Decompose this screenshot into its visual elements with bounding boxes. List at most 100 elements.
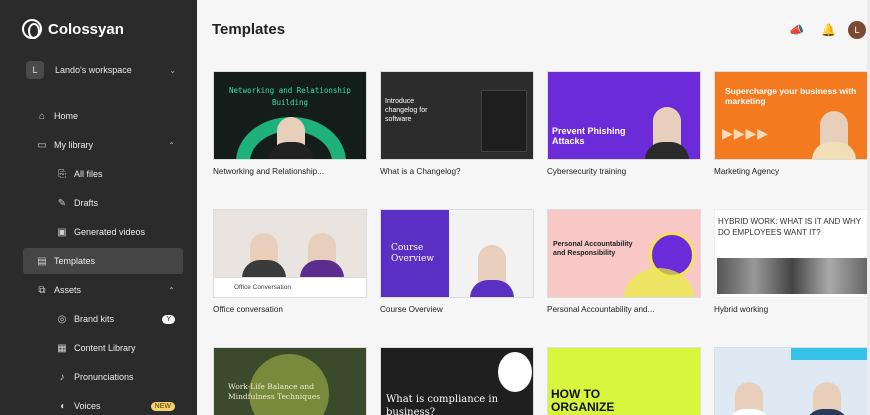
chevron-up-icon: ⌃	[168, 285, 175, 295]
template-card[interactable]: HOW TO ORGANIZE	[547, 347, 701, 415]
template-card[interactable]: Course Overview Course Overview	[380, 209, 534, 314]
thumb-text: Supercharge your business with marketing	[725, 86, 857, 106]
template-thumbnail: Office Conversation	[213, 209, 367, 298]
sidebar-item-label: All files	[74, 169, 103, 179]
sidebar-item-home[interactable]: ⌂ Home	[0, 103, 197, 129]
home-icon: ⌂	[38, 110, 46, 122]
presenter-image	[727, 382, 771, 415]
template-thumbnail: Networking and Relationship Building	[213, 71, 367, 160]
sidebar-item-label: Pronunciations	[74, 372, 134, 382]
presenter-image	[812, 111, 856, 159]
sidebar: Colossyan L Lando's workspace ⌄ ⌂ Home ▭ M…	[0, 0, 197, 415]
sidebar-item-all-files[interactable]: ⎘ All files	[0, 161, 197, 187]
template-thumbnail: Prevent Phishing Attacks	[547, 71, 701, 160]
library-icon: ▦	[57, 342, 67, 354]
template-thumbnail: Supercharge your business with marketing…	[714, 71, 868, 160]
page-title: Templates	[212, 21, 286, 38]
presenter-image	[498, 352, 532, 392]
colossyan-logo-icon	[22, 19, 42, 39]
user-avatar[interactable]: L	[848, 21, 866, 39]
template-card[interactable]: Introduce changelog for software What is…	[380, 71, 534, 176]
presenter-image	[470, 245, 514, 297]
template-thumbnail: HYBRID WORK: WHAT IS IT AND WHY DO EMPLO…	[714, 209, 868, 298]
sidebar-item-label: Generated videos	[74, 227, 146, 237]
bell-icon[interactable]: 🔔	[821, 23, 836, 37]
template-card[interactable]	[714, 347, 868, 415]
thumb-text: Work-Life Balance and Mindfulness Techni…	[228, 382, 321, 401]
template-card[interactable]: Supercharge your business with marketing…	[714, 71, 868, 176]
sidebar-item-drafts[interactable]: ✎ Drafts	[0, 190, 197, 216]
workspace-name: Lando's workspace	[55, 65, 132, 75]
sidebar-item-templates[interactable]: ▤ Templates	[23, 248, 183, 274]
presenter-image	[300, 233, 344, 278]
template-thumbnail: Course Overview	[380, 209, 534, 298]
sidebar-item-pronunciations[interactable]: ♪ Pronunciations	[0, 364, 197, 390]
brand-kit-icon: ◎	[57, 313, 67, 325]
workspace-switcher[interactable]: L Lando's workspace ⌄	[26, 60, 176, 80]
assets-icon: ⧉	[38, 284, 46, 296]
sidebar-item-brand-kits[interactable]: ◎ Brand kits Y	[0, 306, 197, 332]
code-editor-image	[481, 90, 527, 152]
video-icon: ▣	[57, 226, 67, 238]
thumb-text: HOW TO ORGANIZE	[551, 387, 615, 414]
presenter-image	[242, 233, 286, 278]
thumb-text: Introduce changelog for software	[385, 98, 428, 123]
template-caption: Networking and Relationship...	[213, 167, 325, 176]
template-card[interactable]: HYBRID WORK: WHAT IS IT AND WHY DO EMPLO…	[714, 209, 868, 314]
sidebar-item-content-library[interactable]: ▦ Content Library	[0, 335, 197, 361]
template-thumbnail: HOW TO ORGANIZE	[547, 347, 701, 415]
sidebar-item-label: Home	[54, 111, 79, 121]
template-thumbnail: What is compliance in business?	[380, 347, 534, 415]
sidebar-item-generated-videos[interactable]: ▣ Generated videos	[0, 219, 197, 245]
voice-icon: ◖	[58, 400, 66, 412]
thumb-text: HYBRID WORK: WHAT IS IT AND WHY DO EMPLO…	[718, 217, 861, 237]
presenter-image	[269, 117, 313, 159]
template-card[interactable]: Office Conversation Office conversation	[213, 209, 367, 314]
template-card[interactable]: Work-Life Balance and Mindfulness Techni…	[213, 347, 367, 415]
thumb-text: Networking and Relationship Building	[229, 86, 351, 107]
workspace-avatar: L	[26, 61, 44, 79]
template-caption: Hybrid working	[714, 305, 769, 314]
office-photos	[717, 258, 867, 294]
sidebar-item-label: My library	[54, 140, 94, 150]
templates-icon: ▤	[37, 255, 47, 267]
template-thumbnail: Introduce changelog for software	[380, 71, 534, 160]
template-caption: Course Overview	[380, 305, 443, 314]
pencil-icon: ✎	[57, 197, 67, 209]
app-window: Colossyan L Lando's workspace ⌄ ⌂ Home ▭ M…	[0, 0, 870, 415]
chevron-down-icon: ⌄	[169, 65, 176, 75]
template-caption: What is a Changelog?	[380, 167, 461, 176]
template-card[interactable]: Prevent Phishing Attacks Cybersecurity t…	[547, 71, 701, 176]
chevron-up-icon: ⌃	[168, 140, 175, 150]
presenter-image	[645, 107, 689, 159]
sidebar-item-assets[interactable]: ⧉ Assets ⌃	[0, 277, 197, 303]
sidebar-item-label: Voices	[74, 401, 101, 411]
template-caption: Cybersecurity training	[547, 167, 627, 176]
new-badge: NEW	[150, 401, 175, 411]
sidebar-item-label: Brand kits	[74, 314, 115, 324]
brand-logo[interactable]: Colossyan	[22, 19, 124, 39]
template-card[interactable]: What is compliance in business?	[380, 347, 534, 415]
sidebar-item-label: Content Library	[74, 343, 136, 353]
template-thumbnail: Personal Accountability and Responsibili…	[547, 209, 701, 298]
announcement-icon[interactable]: 📣	[789, 23, 804, 37]
template-caption: Personal Accountability and...	[547, 305, 655, 314]
template-card[interactable]: Networking and Relationship Building Net…	[213, 71, 367, 176]
accent-strip	[791, 348, 867, 360]
brand-name: Colossyan	[48, 20, 124, 38]
thumb-text: Prevent Phishing Attacks	[552, 126, 626, 146]
folder-icon: ▭	[37, 139, 47, 151]
presenter-image	[805, 382, 849, 415]
pronunciation-icon: ♪	[59, 371, 65, 383]
template-caption: Marketing Agency	[714, 167, 780, 176]
thumb-text: What is compliance in business?	[386, 394, 499, 415]
thumb-text: Personal Accountability and Responsibili…	[553, 241, 633, 257]
brand-kits-badge: Y	[162, 314, 175, 324]
sidebar-item-label: Drafts	[74, 198, 99, 208]
sidebar-item-my-library[interactable]: ▭ My library ⌃	[0, 132, 197, 158]
template-card[interactable]: Personal Accountability and Responsibili…	[547, 209, 701, 314]
main-content: Templates 📣 🔔 L Networking and Relations…	[197, 0, 870, 415]
template-thumbnail	[714, 347, 868, 415]
sidebar-item-voices[interactable]: ◖ Voices NEW	[0, 393, 197, 415]
file-icon: ⎘	[58, 168, 66, 180]
